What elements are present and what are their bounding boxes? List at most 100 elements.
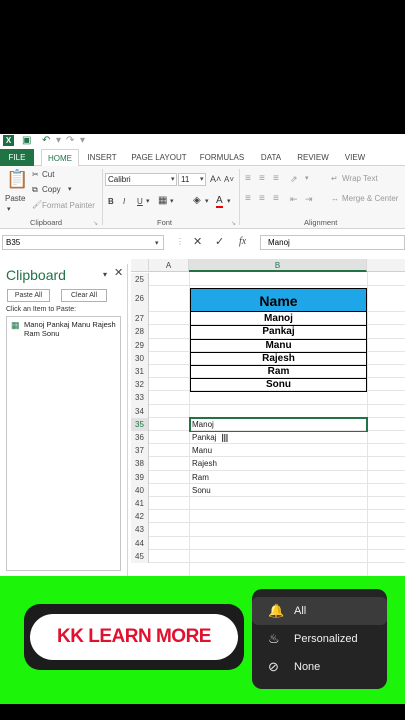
orientation-dropdown-icon[interactable]: ▾	[305, 174, 309, 184]
save-icon[interactable]: ▣	[22, 135, 31, 147]
row-header[interactable]: 35	[131, 417, 149, 431]
underline-dropdown-icon[interactable]: ▾	[146, 197, 150, 207]
paste-icon[interactable]: 📋	[6, 169, 28, 189]
table-cell[interactable]: Ram	[190, 365, 367, 380]
row-header[interactable]: 43	[131, 523, 149, 537]
insert-function-icon[interactable]: fx	[239, 237, 246, 247]
cut-button[interactable]: Cut	[42, 170, 54, 180]
format-painter-button[interactable]: Format Painter	[42, 201, 95, 211]
row-header[interactable]: 33	[131, 391, 149, 405]
paste-dropdown-icon[interactable]: ▾	[7, 205, 11, 215]
align-middle-icon[interactable]: ≡	[259, 174, 265, 184]
row-header[interactable]: 42	[131, 510, 149, 524]
borders-dropdown-icon[interactable]: ▾	[170, 197, 174, 207]
copy-button[interactable]: Copy	[42, 185, 61, 195]
name-box-dropdown-icon[interactable]: ▾	[155, 239, 159, 249]
font-color-dropdown-icon[interactable]: ▾	[227, 197, 231, 207]
align-top-icon[interactable]: ≡	[245, 174, 251, 184]
tab-file[interactable]: FILE	[0, 149, 34, 166]
name-box[interactable]: B35	[2, 235, 164, 250]
row-header[interactable]: 28	[131, 325, 149, 339]
row-header[interactable]: 27	[131, 312, 149, 326]
pasted-cell[interactable]: Manu	[192, 444, 212, 457]
orientation-icon[interactable]: ⇗	[290, 174, 298, 184]
learn-more-button[interactable]: KK LEARN MORE	[30, 614, 238, 660]
tab-home[interactable]: HOME	[41, 149, 79, 167]
table-header-name[interactable]: Name	[190, 288, 367, 313]
fill-dropdown-icon[interactable]: ▾	[205, 197, 209, 207]
row-header[interactable]: 44	[131, 536, 149, 550]
table-cell[interactable]: Sonu	[190, 378, 367, 393]
enter-icon[interactable]: ✓	[215, 237, 224, 248]
row-header[interactable]: 26	[131, 286, 149, 313]
grow-font-icon[interactable]: A˄	[210, 174, 221, 184]
table-cell[interactable]: Rajesh	[190, 351, 367, 366]
pane-options-icon[interactable]: ▾	[103, 270, 107, 280]
merge-center-button[interactable]: Merge & Center	[342, 194, 398, 204]
row-header[interactable]: 38	[131, 457, 149, 471]
row-header[interactable]: 40	[131, 483, 149, 497]
row-header[interactable]: 36	[131, 431, 149, 445]
formula-input[interactable]: Manoj	[260, 235, 405, 250]
row-header[interactable]: 29	[131, 338, 149, 352]
table-cell[interactable]: Manoj	[190, 312, 367, 327]
paste-button[interactable]: Paste	[5, 194, 25, 204]
notify-all-option[interactable]: 🔔 All	[252, 597, 387, 625]
row-header[interactable]: 41	[131, 497, 149, 511]
tab-formulas[interactable]: FORMULAS	[197, 149, 247, 166]
row-header[interactable]: 32	[131, 378, 149, 392]
font-color-icon[interactable]: A	[216, 195, 223, 208]
font-name-dropdown-icon[interactable]: ▾	[171, 175, 175, 185]
font-launcher-icon[interactable]: ↘	[231, 219, 236, 229]
select-all-corner[interactable]	[131, 259, 149, 272]
redo-icon[interactable]: ↷	[66, 135, 74, 147]
tab-insert[interactable]: INSERT	[84, 149, 120, 166]
copy-dropdown-icon[interactable]: ▾	[68, 185, 72, 195]
tab-review[interactable]: REVIEW	[294, 149, 332, 166]
row-header[interactable]: 31	[131, 365, 149, 379]
column-header-b[interactable]: B	[189, 259, 367, 272]
undo-icon[interactable]: ↶	[42, 135, 50, 147]
row-header[interactable]: 34	[131, 404, 149, 418]
row-header[interactable]: 39	[131, 470, 149, 484]
table-cell[interactable]: Manu	[190, 338, 367, 353]
qat-customize-icon[interactable]: ▾	[80, 135, 85, 147]
undo-dropdown-icon[interactable]: ▾	[56, 135, 61, 147]
pasted-cell[interactable]: Rajesh	[192, 457, 217, 470]
pasted-cell[interactable]: Ram	[192, 471, 209, 484]
shrink-font-icon[interactable]: A˅	[224, 175, 234, 185]
close-pane-icon[interactable]: ✕	[114, 268, 123, 279]
pasted-cell[interactable]: Pankaj	[192, 431, 216, 444]
worksheet-grid[interactable]: A B 25 26 27 28 29 30 31 32 33 34 35 36 37 38 39 40 41 42…	[131, 259, 405, 576]
align-bottom-icon[interactable]: ≡	[273, 174, 279, 184]
notify-none-option[interactable]: ⊘ None	[252, 653, 387, 681]
increase-indent-icon[interactable]: ⇥	[305, 194, 313, 204]
column-header-a[interactable]: A	[149, 259, 189, 272]
font-name-select[interactable]: Calibri	[105, 173, 177, 186]
tab-data[interactable]: DATA	[256, 149, 286, 166]
decrease-indent-icon[interactable]: ⇤	[290, 194, 298, 204]
font-size-dropdown-icon[interactable]: ▾	[200, 175, 204, 185]
fill-color-icon[interactable]: ◈	[193, 196, 201, 206]
wrap-text-button[interactable]: Wrap Text	[342, 174, 378, 184]
clipboard-item[interactable]: Manoj Pankaj Manu Rajesh Ram Sonu	[24, 320, 119, 338]
tab-view[interactable]: VIEW	[340, 149, 370, 166]
bold-button[interactable]: B	[108, 197, 114, 207]
cancel-icon[interactable]: ✕	[193, 237, 202, 248]
row-header[interactable]: 45	[131, 549, 149, 563]
underline-button[interactable]: U	[137, 197, 143, 207]
formula-bar-options-icon[interactable]: ⋮	[176, 237, 184, 247]
italic-button[interactable]: I	[123, 197, 125, 207]
align-left-icon[interactable]: ≡	[245, 194, 251, 204]
paste-all-button[interactable]: Paste All	[7, 289, 50, 302]
align-right-icon[interactable]: ≡	[273, 194, 279, 204]
tab-page-layout[interactable]: PAGE LAYOUT	[128, 149, 190, 166]
clipboard-launcher-icon[interactable]: ↘	[93, 219, 98, 229]
row-header[interactable]: 37	[131, 444, 149, 458]
notify-personalized-option[interactable]: ♨ Personalized	[252, 625, 387, 653]
row-header[interactable]: 25	[131, 273, 149, 287]
table-cell[interactable]: Pankaj	[190, 325, 367, 340]
pasted-cell[interactable]: Sonu	[192, 484, 211, 497]
borders-icon[interactable]: ▦	[158, 196, 167, 206]
align-center-icon[interactable]: ≡	[259, 194, 265, 204]
